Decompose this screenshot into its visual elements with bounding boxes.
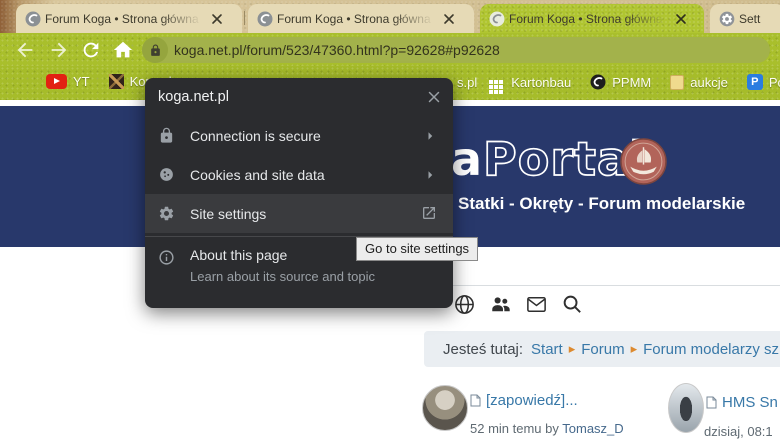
post-title-link[interactable]: HMS Sn [706, 394, 778, 411]
tab-title: Forum Koga • Strona główna - Ko [509, 12, 669, 26]
page-icon [706, 396, 717, 409]
divider [424, 285, 780, 286]
chevron-right-icon [421, 127, 439, 145]
globe-icon[interactable] [453, 293, 476, 316]
tab-close-icon[interactable] [209, 11, 225, 27]
search-icon[interactable] [561, 293, 584, 316]
tab-strip: Forum Koga • Strona główna - Ko Forum Ko… [0, 0, 780, 33]
koga-favicon-icon [489, 11, 505, 27]
p-letter-icon: P [747, 74, 763, 90]
reload-icon[interactable] [80, 39, 102, 61]
site-info-lock-icon[interactable] [142, 37, 168, 63]
chevron-right-icon: ▸ [631, 341, 638, 357]
site-tagline: Statki - Okręty - Forum modelarskie [458, 194, 745, 214]
koga-favicon-icon [25, 11, 41, 27]
tab-title: Forum Koga • Strona główna - Ko [277, 12, 437, 26]
logo-solid-text: a [451, 132, 483, 186]
youtube-icon [46, 74, 67, 89]
address-bar[interactable]: koga.net.pl/forum/523/47360.html?p=92628… [142, 37, 770, 63]
tab-title: Sett [739, 12, 772, 26]
gear-icon [158, 205, 175, 222]
popup-header: koga.net.pl [145, 78, 453, 116]
forward-icon[interactable] [48, 39, 70, 61]
chevron-right-icon [421, 166, 439, 184]
close-icon[interactable] [425, 88, 443, 106]
connection-secure-row[interactable]: Connection is secure [145, 116, 453, 155]
post-avatar[interactable] [668, 383, 704, 433]
ppmm-swirl-icon [590, 74, 606, 90]
post-avatar[interactable] [422, 385, 468, 431]
bookmark-aukcje[interactable]: aukcje [670, 75, 728, 90]
post-title-link[interactable]: [zapowiedź]... [470, 392, 578, 409]
back-icon[interactable] [14, 39, 36, 61]
post-meta: 52 min temu by Tomasz_D [470, 421, 624, 436]
tooltip-go-to-site-settings: Go to site settings [356, 237, 478, 261]
grid-icon [489, 80, 493, 84]
breadcrumb-label: Jesteś tutaj: [443, 341, 523, 358]
page-icon [470, 394, 481, 407]
folder-note-icon [670, 75, 684, 90]
tab-settings[interactable]: Sett [710, 4, 780, 33]
tab-title: Forum Koga • Strona główna - Ko [45, 12, 205, 26]
info-icon [158, 249, 175, 266]
bookmarks-right-group: s.pl Kartonbau PPMM aukcje P Pos [457, 74, 780, 90]
koga-favicon-icon [257, 11, 273, 27]
forum-icon-menu [453, 293, 584, 316]
settings-gear-favicon-icon [719, 11, 735, 27]
members-icon[interactable] [489, 293, 512, 316]
cookie-icon [158, 166, 175, 183]
home-icon[interactable] [112, 39, 134, 61]
tab-close-icon[interactable] [673, 11, 689, 27]
breadcrumb-link-forum[interactable]: Forum [581, 341, 624, 358]
about-sublabel: Learn about its source and topic [190, 269, 421, 284]
bookmark-spl[interactable]: s.pl [457, 75, 477, 90]
url-text: koga.net.pl/forum/523/47360.html?p=92628… [174, 42, 500, 58]
chevron-right-icon: ▸ [569, 341, 576, 357]
tab-close-icon[interactable] [441, 11, 457, 27]
konradus-icon [109, 74, 124, 89]
cookies-row[interactable]: Cookies and site data [145, 155, 453, 194]
bookmark-yt[interactable]: YT [46, 74, 90, 89]
post-author[interactable]: Tomasz_D [562, 421, 623, 436]
site-info-popup: koga.net.pl Connection is secure Cookies… [145, 78, 453, 308]
breadcrumb-link-subforum[interactable]: Forum modelarzy szkutniczy [643, 341, 780, 358]
tab-forum-koga-2[interactable]: Forum Koga • Strona główna - Ko [248, 4, 474, 33]
site-settings-row[interactable]: Site settings [145, 194, 453, 233]
bookmark-pos[interactable]: P Pos [747, 74, 780, 90]
bookmark-ppmm[interactable]: PPMM [590, 74, 651, 90]
breadcrumb-link-start[interactable]: Start [531, 341, 563, 358]
ship-logo-icon [620, 138, 667, 190]
external-link-icon [421, 205, 439, 223]
browser-window: Forum Koga • Strona główna - Ko Forum Ko… [0, 0, 780, 439]
lock-icon [158, 127, 175, 144]
site-logo[interactable]: aPortal [451, 132, 646, 186]
popup-site-name: koga.net.pl [158, 89, 425, 105]
tab-forum-koga-1[interactable]: Forum Koga • Strona główna - Ko [16, 4, 242, 33]
tab-divider [244, 11, 245, 25]
post-meta: dzisiaj, 08:1 [704, 424, 773, 439]
tab-forum-koga-active[interactable]: Forum Koga • Strona główna - Ko [480, 4, 704, 33]
breadcrumb: Jesteś tutaj: Start ▸ Forum ▸ Forum mode… [424, 331, 780, 367]
mail-icon[interactable] [525, 293, 548, 316]
bookmark-kartonbau[interactable]: Kartonbau [488, 75, 571, 90]
